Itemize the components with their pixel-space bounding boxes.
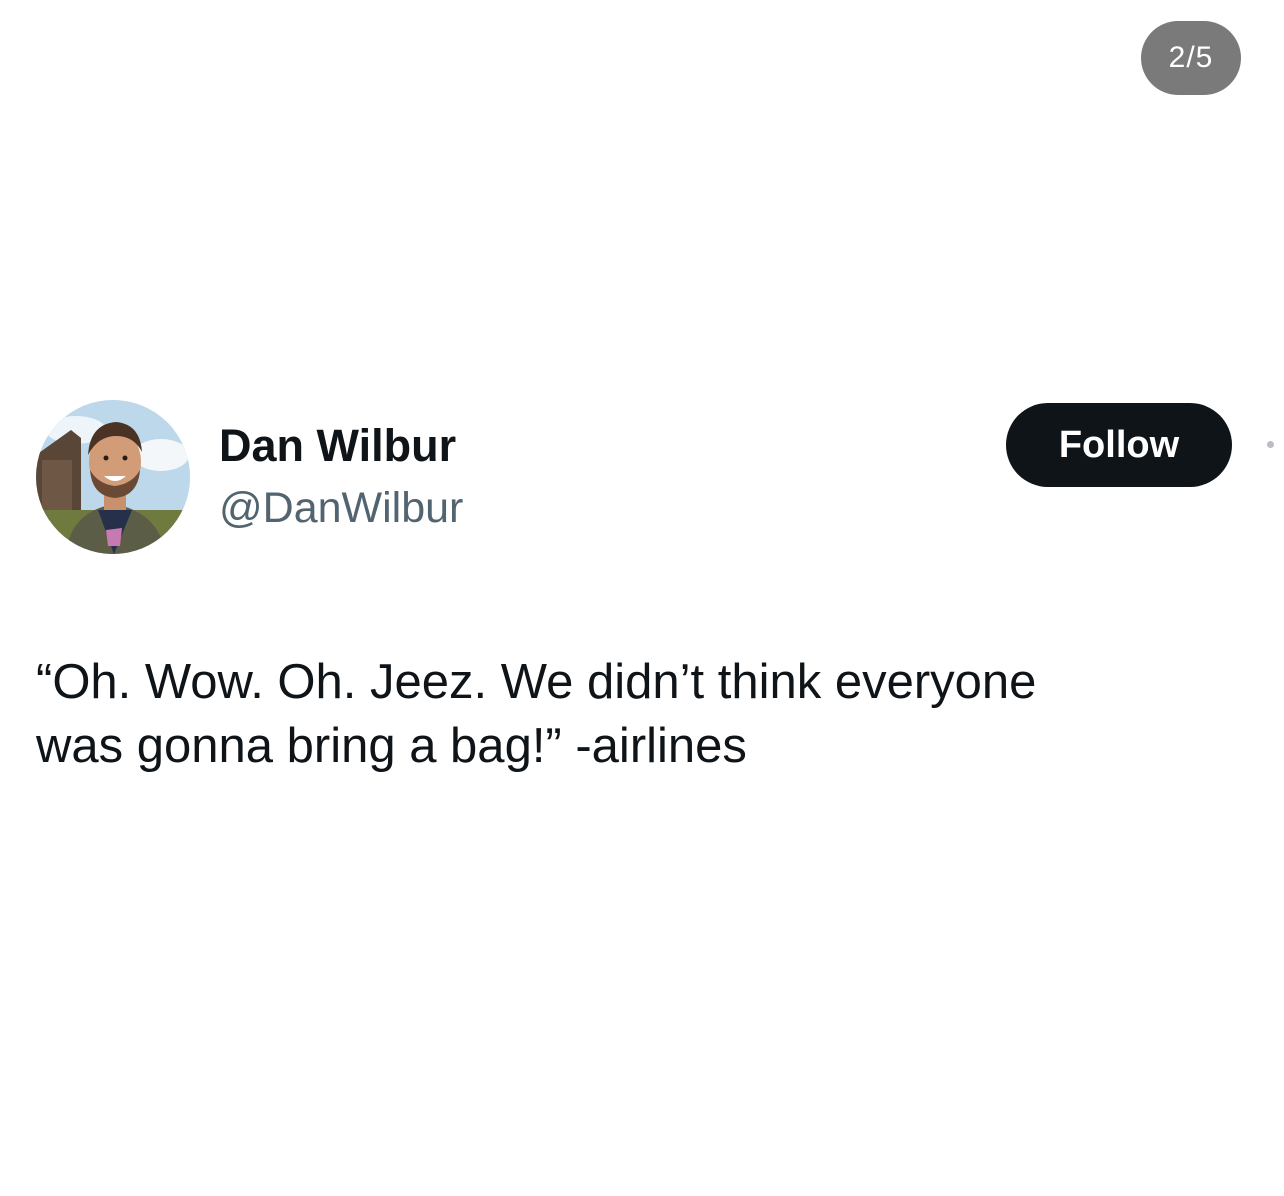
follow-button[interactable]: Follow: [1006, 403, 1232, 487]
author-display-name[interactable]: Dan Wilbur: [219, 420, 456, 472]
avatar[interactable]: [36, 400, 190, 554]
tweet-text: “Oh. Wow. Oh. Jeez. We didn’t think ever…: [36, 655, 1037, 773]
author-handle[interactable]: @DanWilbur: [219, 482, 463, 534]
more-dot-icon[interactable]: [1267, 441, 1274, 448]
media-counter-badge: 2/5: [1141, 21, 1241, 95]
avatar-image: [36, 400, 190, 554]
